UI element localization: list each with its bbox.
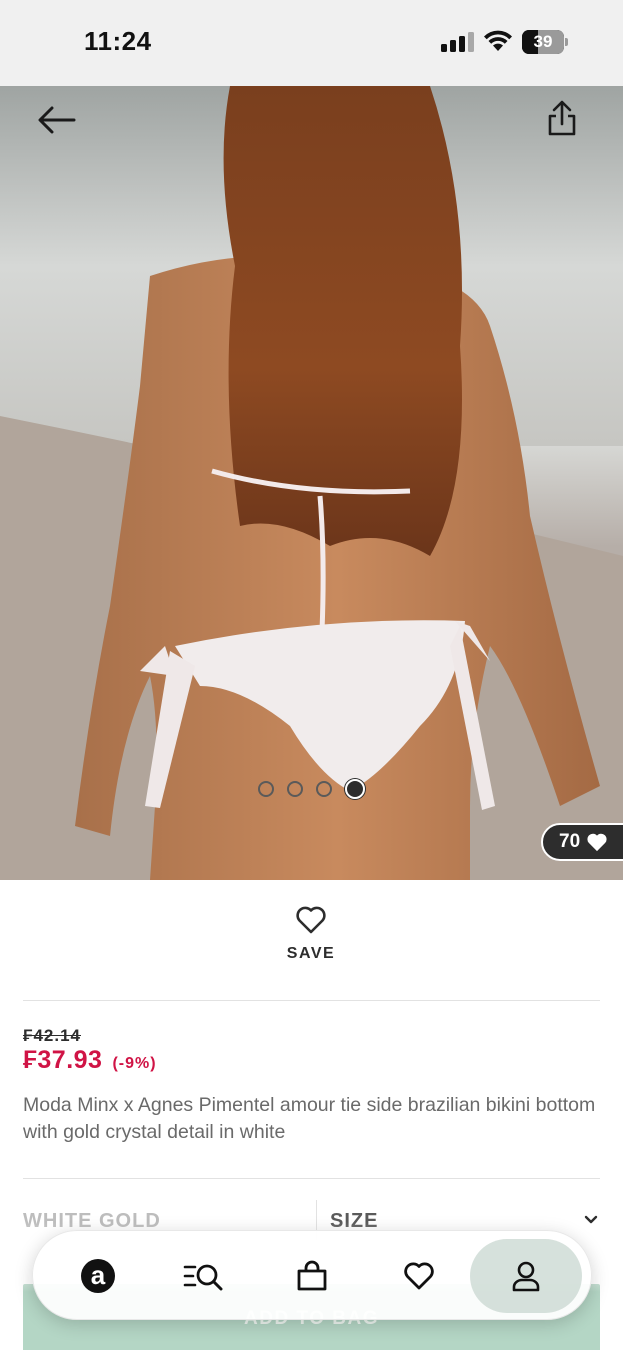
divider <box>23 1178 600 1179</box>
discount-percent: (-9%) <box>112 1055 157 1072</box>
save-label: SAVE <box>286 945 336 962</box>
status-bar: 11:24 39 <box>0 0 623 86</box>
nav-search[interactable] <box>149 1239 261 1313</box>
nav-home[interactable]: a <box>42 1239 154 1313</box>
current-price: ₣37.93 <box>23 1046 103 1074</box>
asos-logo-icon: a <box>81 1259 115 1293</box>
person-icon <box>512 1261 540 1292</box>
was-price: ₣42.14 <box>23 1026 81 1045</box>
nav-bag[interactable] <box>256 1239 368 1313</box>
bag-icon <box>297 1260 327 1291</box>
likes-count: 70 <box>559 831 581 852</box>
share-icon[interactable] <box>544 98 580 138</box>
search-menu-icon <box>183 1264 223 1291</box>
divider <box>23 1000 600 1001</box>
heart-icon <box>404 1262 434 1290</box>
price-row: ₣37.93 (-9%) <box>23 1046 157 1075</box>
wifi-icon <box>484 30 512 51</box>
heart-filled-icon <box>587 833 607 852</box>
likes-count-badge: 70 <box>541 823 623 861</box>
nav-saved[interactable] <box>363 1239 475 1313</box>
status-time: 11:24 <box>84 26 152 56</box>
cellular-signal-icon <box>441 32 474 52</box>
nav-account[interactable] <box>470 1239 582 1313</box>
battery-level-text: 39 <box>533 32 553 51</box>
bottom-navigation: a <box>32 1230 592 1320</box>
carousel-dot[interactable] <box>316 781 332 797</box>
save-button[interactable]: SAVE <box>261 905 361 979</box>
carousel-dot[interactable] <box>258 781 274 797</box>
product-title: Moda Minx x Agnes Pimentel amour tie sid… <box>23 1094 596 1143</box>
carousel-dot[interactable] <box>287 781 303 797</box>
carousel-dot[interactable] <box>345 779 365 799</box>
carousel-pagination[interactable] <box>258 778 365 800</box>
battery-indicator: 39 <box>522 30 568 54</box>
back-arrow-icon[interactable] <box>34 102 78 138</box>
heart-icon <box>296 906 326 934</box>
product-image-carousel[interactable]: 70 <box>0 86 623 880</box>
product-photo <box>0 86 623 880</box>
